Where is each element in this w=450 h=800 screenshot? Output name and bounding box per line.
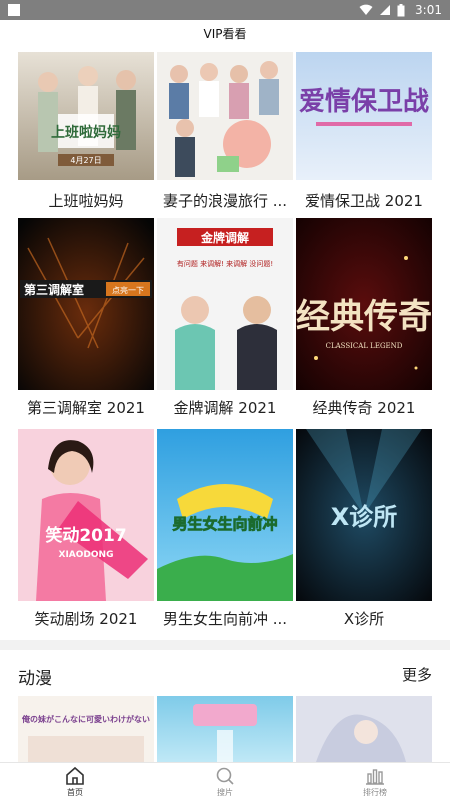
show-poster[interactable]: X诊所: [296, 429, 432, 601]
featured-row: 第三调解室 点亮一下 第三调解室 2021 金牌调解 有问题 来调解! 来调解 …: [18, 218, 432, 429]
poster-date: 4月27日: [70, 156, 101, 165]
poster-badge: CLASSICAL LEGEND: [326, 342, 403, 350]
show-poster[interactable]: 金牌调解 有问题 来调解! 来调解 没问题!: [157, 218, 293, 390]
nav-home[interactable]: 首页: [0, 763, 150, 800]
signal-icon: [380, 5, 391, 15]
poster-logo-text: 上班啦妈妈: [51, 124, 121, 141]
show-card[interactable]: 男生女生向前冲 男生女生向前冲 ...: [157, 429, 293, 640]
poster-logo-text: 男生女生向前冲: [172, 515, 277, 533]
status-bar: 3:01: [0, 0, 450, 20]
poster-logo-text: X诊所: [331, 503, 398, 531]
show-title: 经典传奇 2021: [312, 399, 416, 417]
anime-row: 俺の妹がこんなに可愛いわけがない: [18, 696, 432, 762]
show-title: 男生女生向前冲 ...: [162, 610, 288, 628]
anime-poster[interactable]: [296, 696, 432, 762]
show-title: 第三调解室 2021: [27, 399, 145, 417]
poster-badge: 点亮一下: [112, 285, 144, 295]
show-poster[interactable]: 上班啦妈妈 4月27日: [18, 52, 154, 180]
show-poster[interactable]: [157, 52, 293, 180]
anime-poster[interactable]: [157, 696, 293, 762]
chart-icon: [366, 769, 384, 785]
show-title: 妻子的浪漫旅行 ...: [162, 192, 288, 210]
show-card[interactable]: X诊所 X诊所: [296, 429, 432, 640]
show-title: 上班啦妈妈: [48, 192, 124, 210]
nav-label: 排行榜: [363, 788, 387, 797]
show-title: 笑动剧场 2021: [34, 610, 138, 628]
featured-row: 上班啦妈妈 4月27日 上班啦妈妈 妻子的浪漫旅行 ... 爱情保卫战 爱情保卫…: [18, 52, 432, 218]
battery-icon: [397, 3, 405, 16]
poster-tagline: 有问题 来调解! 来调解 没问题!: [177, 259, 273, 268]
nav-label: 首页: [67, 788, 83, 797]
show-title: 金牌调解 2021: [173, 399, 277, 417]
wifi-icon: [359, 4, 373, 15]
show-card[interactable]: 笑动2017 XIAODONG 笑动剧场 2021: [18, 429, 154, 640]
page-title: VIP看看: [203, 27, 247, 41]
search-icon: [216, 767, 234, 785]
show-card[interactable]: 金牌调解 有问题 来调解! 来调解 没问题! 金牌调解 2021: [157, 218, 293, 429]
clock: 3:01: [415, 3, 442, 17]
notification-icon: [8, 4, 20, 16]
nav-ranking[interactable]: 排行榜: [300, 763, 450, 800]
show-card[interactable]: 妻子的浪漫旅行 ...: [157, 52, 293, 218]
show-title: X诊所: [343, 610, 385, 628]
nav-search[interactable]: 搜片: [150, 763, 300, 800]
poster-logo-text: 经典传奇: [296, 297, 432, 337]
poster-logo-text: 第三调解室: [24, 282, 84, 297]
show-title: 爱情保卫战 2021: [305, 192, 423, 210]
section-header: 动漫 更多: [18, 660, 432, 690]
poster-badge: XIAODONG: [59, 550, 114, 560]
nav-label: 搜片: [217, 788, 233, 797]
section-title: 动漫: [18, 669, 52, 689]
section-divider: [0, 640, 450, 650]
featured-row: 笑动2017 XIAODONG 笑动剧场 2021 男生女生向前冲 男生女生向前…: [18, 429, 432, 640]
show-card[interactable]: 爱情保卫战 爱情保卫战 2021: [296, 52, 432, 218]
show-poster[interactable]: 笑动2017 XIAODONG: [18, 429, 154, 601]
show-card[interactable]: 上班啦妈妈 4月27日 上班啦妈妈: [18, 52, 154, 218]
more-link[interactable]: 更多: [402, 664, 432, 685]
show-poster[interactable]: 经典传奇 CLASSICAL LEGEND: [296, 218, 432, 390]
poster-logo-text: 爱情保卫战: [299, 87, 429, 117]
show-poster[interactable]: 男生女生向前冲: [157, 429, 293, 601]
poster-logo-text: 金牌调解: [200, 230, 249, 245]
poster-logo-text: 俺の妹がこんなに可愛いわけがない: [21, 714, 150, 724]
poster-logo-text: 笑动2017: [45, 525, 126, 546]
anime-poster[interactable]: 俺の妹がこんなに可愛いわけがない: [18, 696, 154, 762]
show-poster[interactable]: 第三调解室 点亮一下: [18, 218, 154, 390]
home-icon: [66, 766, 84, 785]
show-poster[interactable]: 爱情保卫战: [296, 52, 432, 180]
show-card[interactable]: 第三调解室 点亮一下 第三调解室 2021: [18, 218, 154, 429]
show-card[interactable]: 经典传奇 CLASSICAL LEGEND 经典传奇 2021: [296, 218, 432, 429]
bottom-nav: 首页 搜片 排行榜: [0, 762, 450, 800]
featured-grid: 上班啦妈妈 4月27日 上班啦妈妈 妻子的浪漫旅行 ... 爱情保卫战 爱情保卫…: [18, 52, 432, 640]
